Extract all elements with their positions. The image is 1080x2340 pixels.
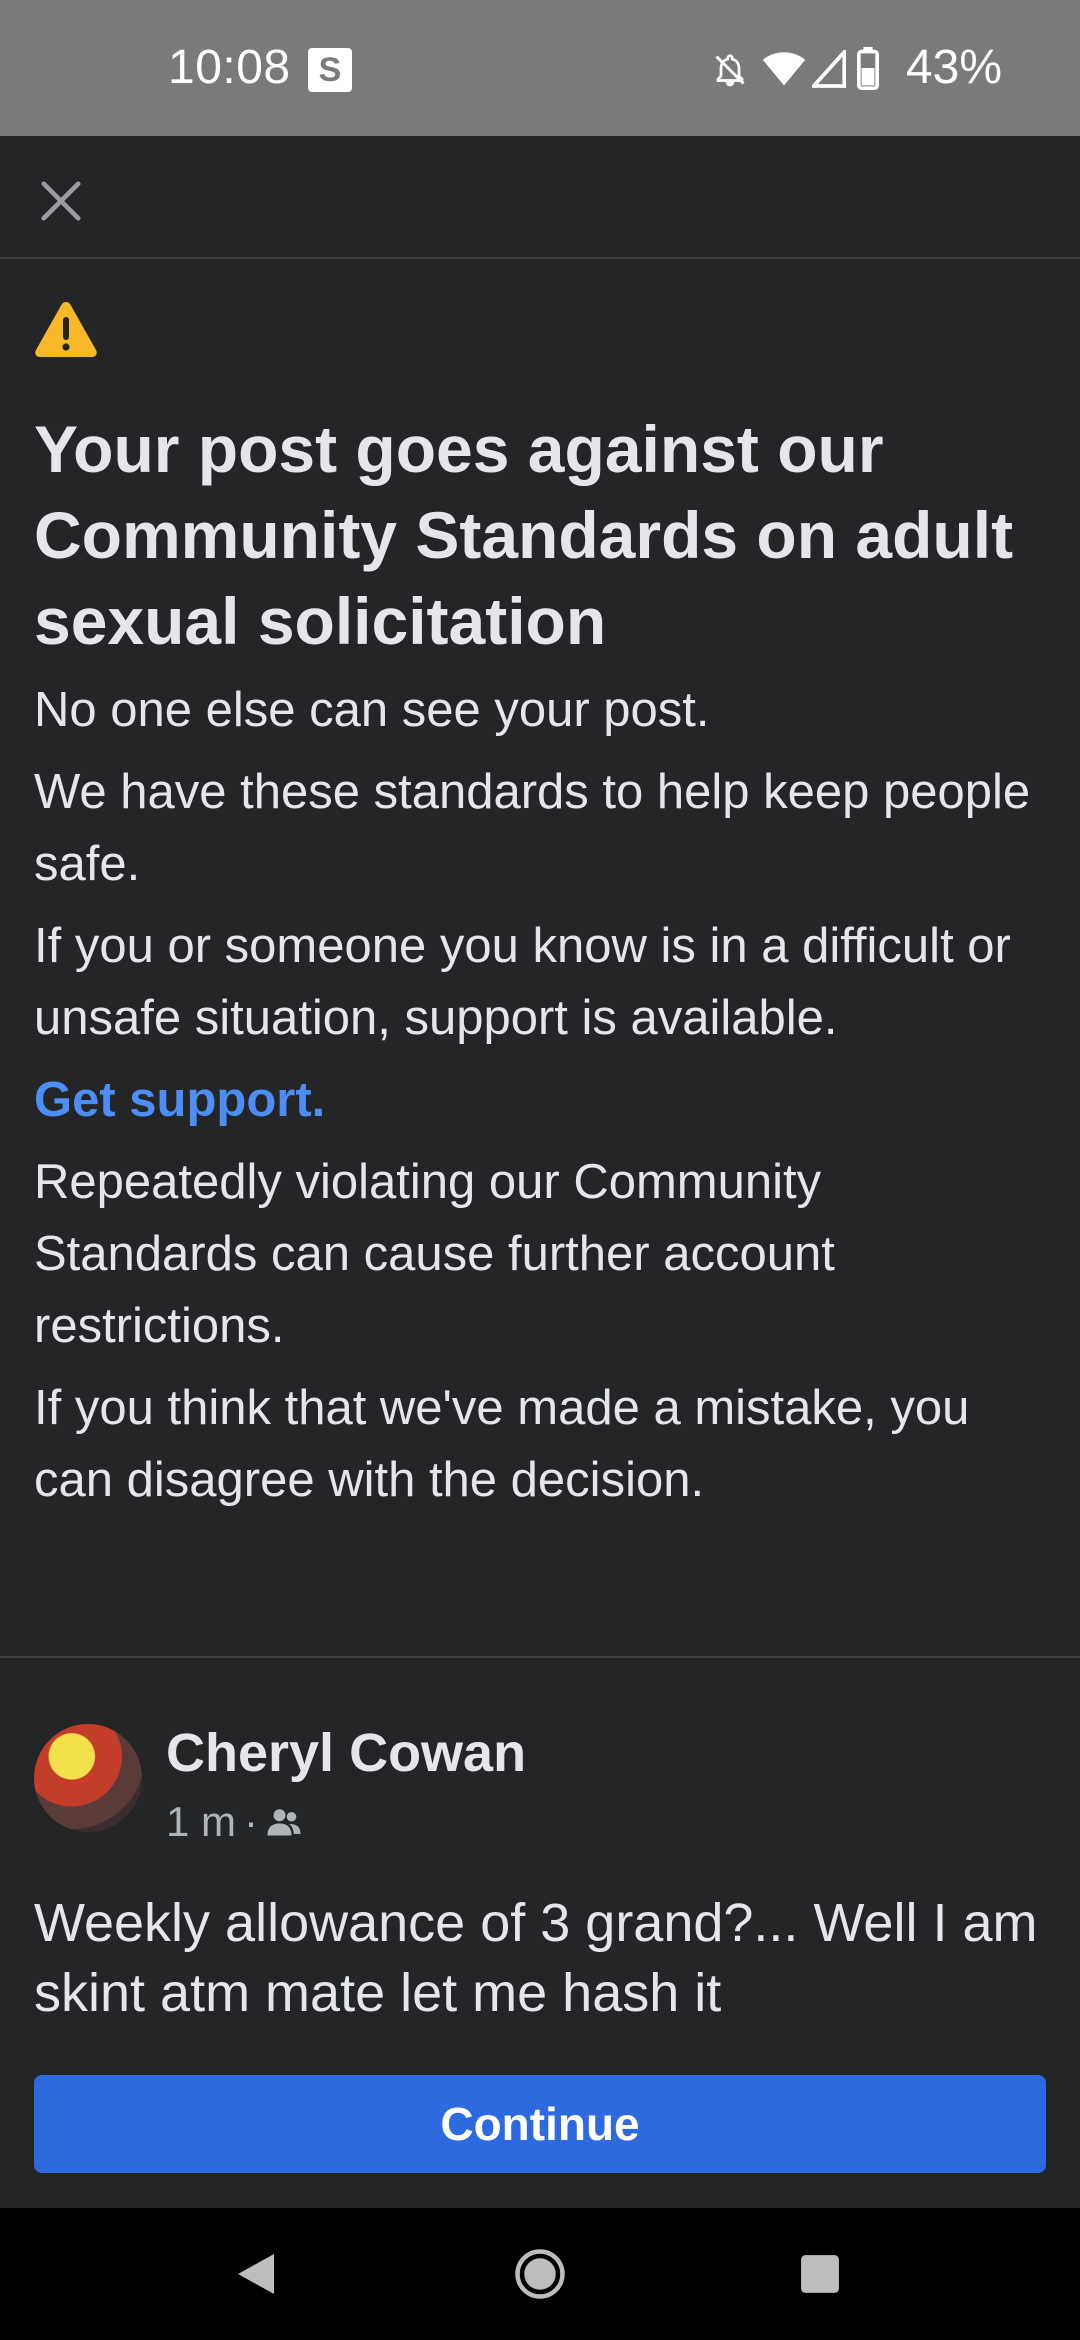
notice-paragraph: We have these standards to help keep peo… [34, 765, 1031, 891]
friends-icon [267, 1809, 301, 1836]
back-button[interactable] [176, 2208, 336, 2340]
notice-paragraph: No one else can see your post. [34, 683, 710, 737]
dialog-header [0, 136, 1080, 259]
post-time: 1 m [166, 1798, 237, 1845]
notice-paragraph: If you think that we've made a mistake, … [34, 1381, 970, 1507]
close-button[interactable] [26, 166, 96, 236]
divider [0, 1656, 1080, 1658]
status-time: 10:08 [168, 41, 291, 94]
post-meta: 1 m · [166, 1796, 302, 1848]
warning-icon [35, 302, 97, 357]
cell-signal-icon [809, 47, 847, 93]
navigation-bar [0, 2208, 1080, 2340]
avatar[interactable] [34, 1724, 142, 1832]
home-button[interactable] [460, 2208, 620, 2340]
notice-paragraph: If you or someone you know is in a diffi… [34, 919, 1011, 1045]
close-icon [41, 181, 81, 221]
notice-paragraph: Repeatedly violating our Community Stand… [34, 1155, 835, 1353]
back-icon [238, 2254, 274, 2294]
app-notification-badge: S [308, 48, 352, 92]
status-bar: 10:08 S 43% [0, 0, 1080, 136]
post-author[interactable]: Cheryl Cowan [166, 1720, 526, 1786]
status-icons: 43% [712, 38, 1002, 98]
continue-button[interactable]: Continue [34, 2075, 1046, 2173]
meta-separator: · [244, 1798, 259, 1845]
battery-icon [857, 46, 879, 95]
notice-title: Your post goes against our Community Sta… [34, 412, 1014, 658]
wifi-icon [762, 50, 806, 93]
battery-percent: 43% [905, 41, 1002, 94]
post-text: Weekly allowance of 3 grand?... Well I a… [34, 1893, 1038, 2023]
get-support-link[interactable]: Get support. [34, 1064, 1044, 1136]
recents-icon [801, 2255, 839, 2293]
notifications-off-icon [712, 52, 748, 93]
violation-notice: Your post goes against our Community Sta… [34, 300, 1044, 1516]
recents-button[interactable] [740, 2208, 900, 2340]
home-icon [515, 2249, 565, 2299]
